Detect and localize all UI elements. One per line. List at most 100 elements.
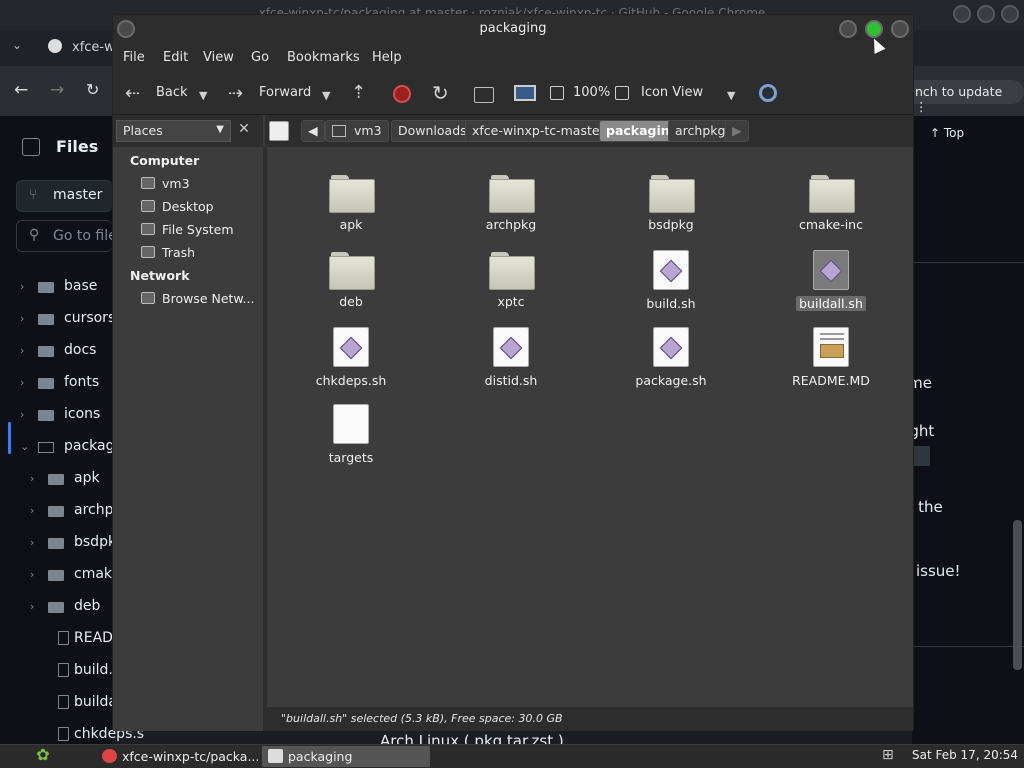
chevron-right-icon[interactable]: › xyxy=(20,312,24,325)
chevron-right-icon[interactable]: › xyxy=(20,376,24,389)
file-item[interactable]: build.sh xyxy=(611,250,731,312)
folder-item[interactable]: cmake-inc xyxy=(771,173,891,233)
place-file-system[interactable]: File System xyxy=(141,222,234,237)
folder-item[interactable]: apk xyxy=(291,173,411,233)
tree-item[interactable]: › deb xyxy=(0,598,112,620)
place-desktop[interactable]: Desktop xyxy=(141,199,214,214)
back-to-top-button[interactable]: ↑ Top xyxy=(930,126,992,148)
clock[interactable]: Sat Feb 17, 20:54 xyxy=(912,748,1024,766)
up-arrow-icon[interactable]: ⇡ xyxy=(351,84,366,102)
menu-view[interactable]: View xyxy=(203,50,234,65)
sidebar-toggle-icon[interactable] xyxy=(22,138,40,156)
browser-minimize-button[interactable] xyxy=(953,5,971,23)
browser-tab-label[interactable]: xfce-w xyxy=(72,40,115,55)
tab-list-icon[interactable]: ⌄ xyxy=(12,38,22,52)
chevron-right-icon[interactable]: › xyxy=(30,568,34,581)
browser-maximize-button[interactable] xyxy=(977,5,995,23)
tree-item[interactable]: › docs xyxy=(0,342,112,364)
branch-selector[interactable]: ⑂ master xyxy=(16,180,112,212)
browser-back-icon[interactable]: ← xyxy=(14,80,28,100)
file-item[interactable]: package.sh xyxy=(611,327,731,389)
place-trash[interactable]: Trash xyxy=(141,245,195,260)
file-item[interactable]: distid.sh xyxy=(451,327,571,389)
folder-item[interactable]: bsdpkg xyxy=(611,173,731,233)
tree-item[interactable]: › bsdpkg xyxy=(0,534,125,556)
menu-edit[interactable]: Edit xyxy=(163,50,188,65)
browser-forward-icon[interactable]: → xyxy=(50,80,64,100)
menu-bookmarks[interactable]: Bookmarks xyxy=(287,50,360,65)
tree-item[interactable]: › fonts xyxy=(0,374,112,396)
chevron-right-icon[interactable]: › xyxy=(30,504,34,517)
crumb-xfce-winxp-tc-master[interactable]: xfce-winxp-tc-master xyxy=(465,120,612,142)
back-button[interactable]: Back xyxy=(156,85,188,100)
menu-file[interactable]: File xyxy=(123,50,145,65)
stop-icon[interactable] xyxy=(393,85,411,103)
tree-item[interactable]: › cmake xyxy=(0,566,120,588)
file-item[interactable]: README.MD xyxy=(771,327,891,389)
crumb-vm3[interactable]: vm3 xyxy=(325,120,389,142)
back-dropdown-icon[interactable]: ▼ xyxy=(199,87,207,105)
menu-help[interactable]: Help xyxy=(372,50,402,65)
forward-button[interactable]: Forward xyxy=(259,85,311,100)
start-menu-icon[interactable]: ✿ xyxy=(30,745,56,767)
zoom-in-icon[interactable] xyxy=(615,86,629,100)
tree-item[interactable]: › cursors xyxy=(0,310,115,332)
folder-item[interactable]: archpkg xyxy=(451,173,571,233)
update-button[interactable]: nch to update ⋮ xyxy=(905,80,1024,114)
tree-item[interactable]: › base xyxy=(0,278,112,300)
back-arrow-icon[interactable]: ⇠ xyxy=(125,85,140,103)
crumb-archpkg[interactable]: archpkg xyxy=(668,120,733,142)
view-mode-dropdown-icon[interactable]: ▼ xyxy=(727,87,735,105)
computer-icon[interactable] xyxy=(514,85,536,101)
tree-item[interactable]: build.s xyxy=(0,662,120,684)
folder-item[interactable]: xptc xyxy=(451,250,571,310)
path-scroll-left-icon[interactable]: ◀ xyxy=(301,120,325,142)
location-edit-icon[interactable] xyxy=(269,121,289,141)
chevron-right-icon[interactable]: › xyxy=(30,472,34,485)
task-chrome[interactable]: xfce-winxp-tc/packa... xyxy=(96,746,259,767)
forward-arrow-icon[interactable]: ⇢ xyxy=(228,85,243,103)
network-tray-icon[interactable]: ⊞ xyxy=(882,747,904,767)
more-menu-icon[interactable]: ⋮ xyxy=(915,99,928,114)
tree-item[interactable]: ⌄ packagi xyxy=(0,438,118,460)
tree-item[interactable]: › icons xyxy=(0,406,112,428)
browser-reload-icon[interactable]: ↻ xyxy=(86,80,99,99)
close-pane-icon[interactable]: ✕ xyxy=(235,121,253,139)
file-item[interactable]: targets xyxy=(291,404,411,466)
minimize-button[interactable] xyxy=(839,20,857,38)
page-scrollbar[interactable] xyxy=(1013,520,1022,670)
window-titlebar[interactable]: packaging xyxy=(113,15,913,43)
forward-dropdown-icon[interactable]: ▼ xyxy=(322,87,330,105)
task-packaging[interactable]: packaging xyxy=(262,746,430,767)
place-vm3[interactable]: vm3 xyxy=(141,176,190,191)
tree-item[interactable]: buildal xyxy=(0,694,121,716)
chevron-down-icon[interactable]: ⌄ xyxy=(20,440,29,453)
menu-go[interactable]: Go xyxy=(251,50,269,65)
tree-item[interactable]: READ xyxy=(0,630,113,652)
zoom-out-icon[interactable] xyxy=(550,86,564,100)
maximize-button[interactable] xyxy=(865,20,883,38)
chevron-right-icon[interactable]: › xyxy=(20,280,24,293)
chevron-right-icon[interactable]: › xyxy=(30,600,34,613)
search-icon[interactable] xyxy=(759,84,777,102)
home-folder-icon[interactable] xyxy=(474,87,494,103)
tree-item[interactable]: › archpk xyxy=(0,502,122,524)
chrome-icon xyxy=(102,749,117,763)
file-item[interactable]: buildall.sh xyxy=(771,250,891,312)
file-item[interactable]: chkdeps.sh xyxy=(291,327,411,389)
folder-item[interactable]: deb xyxy=(291,250,411,310)
browser-close-button[interactable] xyxy=(1001,5,1019,23)
chevron-right-icon[interactable]: › xyxy=(30,536,34,549)
place-browse-network[interactable]: Browse Netw... xyxy=(141,291,254,306)
reload-icon[interactable]: ↻ xyxy=(432,83,449,103)
go-to-file-input[interactable]: ⚲ Go to file xyxy=(16,220,117,252)
path-scroll-right-icon[interactable]: ▶ xyxy=(725,120,749,142)
tree-item[interactable]: › apk xyxy=(0,470,112,492)
close-button[interactable] xyxy=(891,20,909,38)
crumb-downloads[interactable]: Downloads xyxy=(391,120,474,142)
view-mode-select[interactable]: Icon View xyxy=(641,85,703,100)
chevron-right-icon[interactable]: › xyxy=(20,408,24,421)
chevron-right-icon[interactable]: › xyxy=(20,344,24,357)
icon-view[interactable]: apk archpkg bsdpkg cmake-inc deb xptc build.sh… xyxy=(267,147,913,707)
places-combo[interactable]: Places ▼ xyxy=(116,120,231,142)
